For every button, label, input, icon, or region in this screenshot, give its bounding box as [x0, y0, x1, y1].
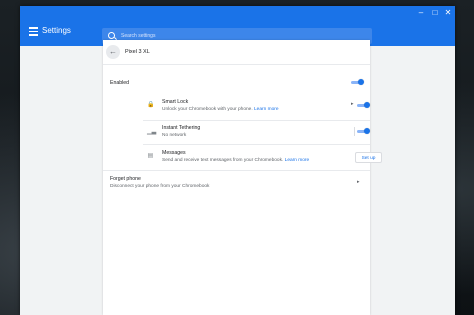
settings-card: ← Pixel 3 XL Enabled 🔒 Smart Lock Unlock…	[103, 40, 382, 315]
search-icon	[108, 32, 115, 39]
minimize-button[interactable]: –	[415, 7, 427, 18]
smart-lock-description: Unlock your Chromebook with your phone.	[162, 107, 253, 112]
smart-lock-title: Smart Lock	[162, 99, 189, 105]
maximize-button[interactable]: □	[429, 7, 441, 18]
forget-phone-subtitle: Disconnect your phone from your Chromebo…	[110, 184, 210, 189]
instant-tethering-subtitle: No network	[162, 133, 187, 138]
menu-icon[interactable]	[29, 27, 38, 36]
messages-learn-more-link[interactable]: Learn more	[285, 158, 310, 163]
page-title: Pixel 3 XL	[125, 49, 150, 55]
forget-phone-arrow-icon[interactable]: ▸	[357, 179, 360, 185]
back-arrow-icon[interactable]: ←	[106, 45, 120, 59]
enabled-toggle[interactable]	[351, 79, 364, 85]
messages-title: Messages	[162, 150, 186, 156]
divider	[103, 170, 370, 171]
instant-tethering-title: Instant Tethering	[162, 125, 201, 131]
messages-subtitle: Send and receive text messages from your…	[162, 158, 309, 163]
lock-icon: 🔒	[147, 102, 155, 108]
divider	[143, 120, 370, 121]
vertical-separator	[354, 127, 355, 136]
messages-setup-button[interactable]: Set up	[355, 152, 382, 163]
smart-lock-subtitle: Unlock your Chromebook with your phone. …	[162, 107, 279, 112]
enabled-label: Enabled	[110, 80, 130, 86]
messages-icon: ▤	[147, 153, 154, 159]
close-button[interactable]: ✕	[442, 7, 454, 18]
divider	[103, 64, 370, 65]
signal-icon: ▁▃	[147, 129, 157, 135]
smart-lock-toggle[interactable]	[357, 102, 370, 108]
instant-tethering-toggle[interactable]	[357, 128, 370, 134]
app-title: Settings	[42, 26, 71, 35]
divider	[143, 144, 370, 145]
forget-phone-title[interactable]: Forget phone	[110, 176, 141, 182]
smart-lock-arrow-icon[interactable]: ▸	[351, 101, 354, 107]
smart-lock-learn-more-link[interactable]: Learn more	[254, 107, 279, 112]
messages-description: Send and receive text messages from your…	[162, 158, 284, 163]
settings-window: – □ ✕ Settings ← Pixel 3 XL Enabled 🔒 Sm…	[20, 6, 455, 315]
title-bar: – □ ✕	[20, 6, 455, 19]
